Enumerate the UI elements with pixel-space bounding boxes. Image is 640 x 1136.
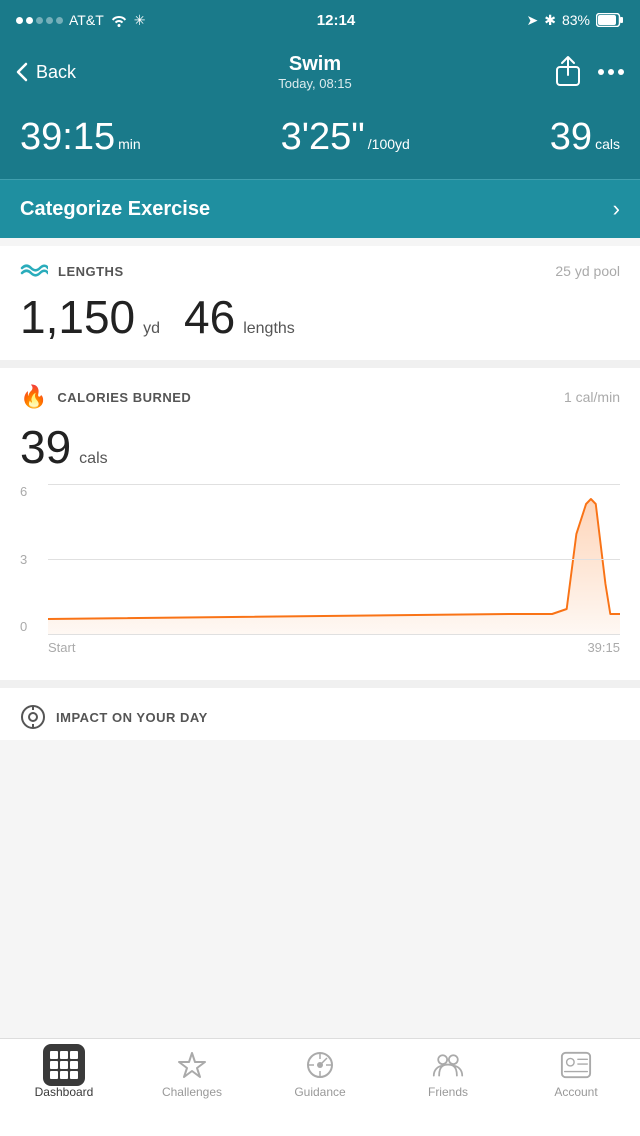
nav-bar: Back Swim Today, 08:15 xyxy=(0,40,640,104)
grid-icon xyxy=(50,1051,78,1079)
signal-dot xyxy=(26,17,33,24)
dashboard-tab-icon xyxy=(48,1049,80,1081)
carrier-label: AT&T xyxy=(69,12,104,28)
tab-friends[interactable]: Friends xyxy=(384,1049,512,1099)
calories-value: 39 xyxy=(550,116,592,158)
impact-header: IMPACT ON YOUR DAY xyxy=(20,704,620,730)
calories-stat: 39cals xyxy=(550,116,620,159)
duration-value: 39:15 xyxy=(20,116,115,158)
pace-value: 3'25" xyxy=(281,116,365,158)
signal-dots xyxy=(16,17,63,24)
signal-dot xyxy=(46,17,53,24)
duration-stat: 39:15min xyxy=(20,116,141,159)
duration-unit: min xyxy=(118,136,141,152)
calories-title: CALORIES BURNED xyxy=(57,390,191,405)
tab-guidance[interactable]: Guidance xyxy=(256,1049,384,1099)
bluetooth-icon: ✱ xyxy=(544,12,556,29)
lengths-unit: lengths xyxy=(243,320,295,338)
lengths-meta: 25 yd pool xyxy=(555,263,620,279)
status-bar: AT&T ✳ 12:14 ➤ ✱ 83% xyxy=(0,0,640,40)
tab-challenges[interactable]: Challenges xyxy=(128,1049,256,1099)
tab-account[interactable]: Account xyxy=(512,1049,640,1099)
calories-values: 39 cals xyxy=(20,420,620,474)
lengths-section: LENGTHS 25 yd pool 1,150 yd 46 lengths xyxy=(0,246,640,368)
location-icon: ➤ xyxy=(526,12,538,29)
tab-bar: Dashboard Challenges Guidance xyxy=(0,1038,640,1136)
friends-tab-label: Friends xyxy=(428,1085,468,1099)
calories-big-unit: cals xyxy=(79,450,107,468)
chevron-right-icon: › xyxy=(613,196,620,222)
chart-gridline-top xyxy=(48,484,620,485)
calories-section: 🔥 CALORIES BURNED 1 cal/min 39 cals 6 3 … xyxy=(0,368,640,680)
pace-stat: 3'25"/100yd xyxy=(281,116,410,159)
status-right: ➤ ✱ 83% xyxy=(526,12,624,29)
chart-gridline-mid xyxy=(48,559,620,560)
lengths-count: 46 xyxy=(184,290,235,344)
challenges-tab-label: Challenges xyxy=(162,1085,222,1099)
nav-title-block: Swim Today, 08:15 xyxy=(278,53,351,91)
calories-meta: 1 cal/min xyxy=(564,389,620,405)
guidance-tab-icon xyxy=(304,1049,336,1081)
distance-value: 1,150 xyxy=(20,290,135,344)
account-tab-label: Account xyxy=(554,1085,597,1099)
impact-section: IMPACT ON YOUR DAY xyxy=(0,680,640,740)
impact-icon xyxy=(20,704,46,730)
calories-big-value: 39 xyxy=(20,420,71,474)
signal-dot xyxy=(56,17,63,24)
y-label-3: 3 xyxy=(20,552,27,567)
signal-dot xyxy=(36,17,43,24)
flame-icon: 🔥 xyxy=(20,384,47,410)
nav-subtitle: Today, 08:15 xyxy=(278,76,351,91)
categorize-label: Categorize Exercise xyxy=(20,198,210,221)
y-label-0: 0 xyxy=(20,619,27,634)
lengths-values: 1,150 yd 46 lengths xyxy=(20,290,620,344)
categorize-banner[interactable]: Categorize Exercise › xyxy=(0,179,640,238)
y-label-6: 6 xyxy=(20,484,27,499)
challenges-tab-icon xyxy=(176,1049,208,1081)
calories-chart: 6 3 0 xyxy=(20,484,620,664)
x-label-end: 39:15 xyxy=(587,640,620,655)
lengths-title: LENGTHS xyxy=(58,264,124,279)
chart-area xyxy=(48,484,620,634)
wifi-icon xyxy=(110,13,128,27)
tab-dashboard[interactable]: Dashboard xyxy=(0,1049,128,1099)
nav-title: Swim xyxy=(278,53,351,76)
dashboard-tab-label: Dashboard xyxy=(35,1085,94,1099)
battery-icon xyxy=(596,13,624,27)
impact-title: IMPACT ON YOUR DAY xyxy=(56,710,208,725)
calories-header: 🔥 CALORIES BURNED 1 cal/min xyxy=(20,384,620,410)
guidance-tab-label: Guidance xyxy=(294,1085,345,1099)
back-button[interactable]: Back xyxy=(16,62,76,83)
more-button[interactable] xyxy=(598,69,624,75)
lengths-title-group: LENGTHS xyxy=(20,262,124,280)
pace-unit: /100yd xyxy=(368,136,410,152)
share-button[interactable] xyxy=(554,55,582,89)
back-label: Back xyxy=(36,62,76,83)
stats-row: 39:15min 3'25"/100yd 39cals xyxy=(0,104,640,179)
distance-unit: yd xyxy=(143,320,160,338)
signal-activity-icon: ✳ xyxy=(134,12,146,29)
status-time: 12:14 xyxy=(317,12,355,29)
wave-icon xyxy=(20,262,48,280)
signal-dot xyxy=(16,17,23,24)
calories-unit: cals xyxy=(595,136,620,152)
calories-title-group: 🔥 CALORIES BURNED xyxy=(20,384,191,410)
account-tab-icon xyxy=(560,1049,592,1081)
chart-gridline-bottom xyxy=(48,634,620,635)
chart-x-labels: Start 39:15 xyxy=(48,640,620,655)
x-label-start: Start xyxy=(48,640,75,655)
status-left: AT&T ✳ xyxy=(16,12,145,29)
nav-actions xyxy=(554,55,624,89)
lengths-header: LENGTHS 25 yd pool xyxy=(20,262,620,280)
chart-y-labels: 6 3 0 xyxy=(20,484,27,634)
friends-tab-icon xyxy=(432,1049,464,1081)
battery-percent: 83% xyxy=(562,12,590,28)
